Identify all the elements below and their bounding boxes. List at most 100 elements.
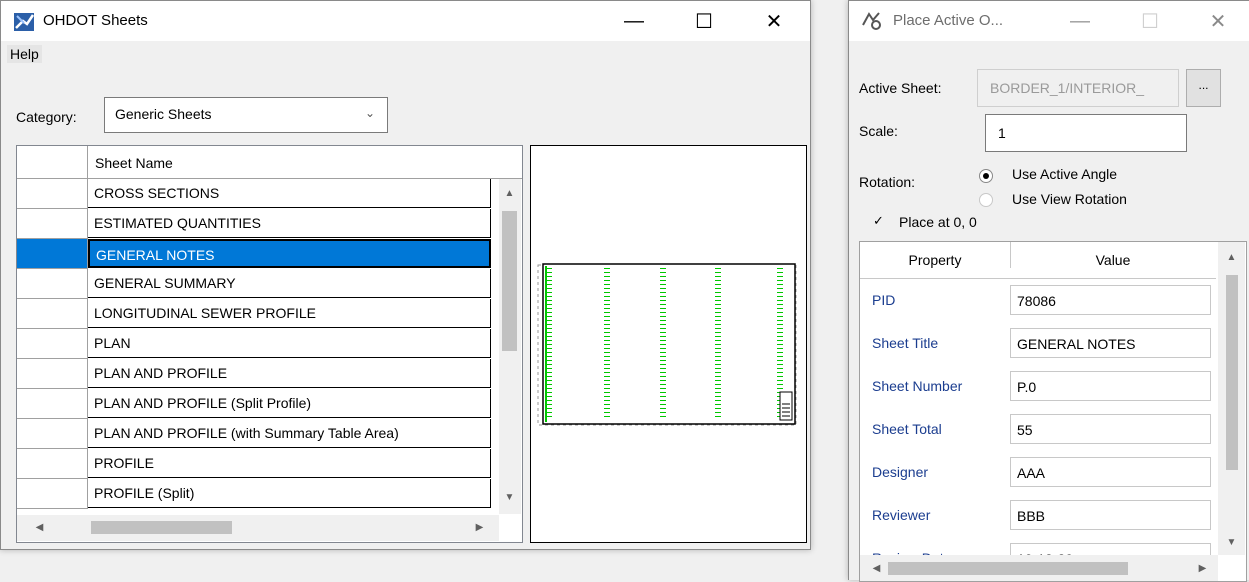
sheet-name-cell[interactable]: GENERAL SUMMARY [88,269,491,298]
row-header-corner [17,146,88,178]
place-at-origin-checkbox[interactable]: ✓ [873,214,887,228]
scale-input[interactable]: 1 [985,114,1187,152]
sheet-name-cell[interactable]: PLAN AND PROFILE (with Summary Table Are… [88,419,491,448]
sheet-preview-image [537,263,797,426]
use-active-angle-label: Use Active Angle [1012,166,1118,182]
menu-help[interactable]: Help [7,45,42,63]
chevron-down-icon: ⌄ [364,106,375,120]
property-horizontal-thumb[interactable] [888,562,1128,575]
active-sheet-value: BORDER_1/INTERIOR_ [990,80,1145,96]
active-sheet-field: BORDER_1/INTERIOR_ [977,69,1179,107]
app-icon [13,10,35,37]
property-row[interactable]: PID 78086 [860,279,1216,322]
scroll-left-arrow[interactable]: ◀ [868,563,885,574]
row-header-cell[interactable] [17,479,88,509]
row-header-cell[interactable] [17,359,88,389]
row-header-cell[interactable] [17,179,88,209]
property-horizontal-scrollbar[interactable]: ◀ ▶ [860,555,1218,581]
category-label: Category: [16,109,77,125]
sheet-name-cell[interactable]: PROFILE [88,449,491,478]
scroll-down-arrow[interactable]: ▼ [1223,537,1240,548]
active-sheet-label: Active Sheet: [859,80,942,96]
sheet-name-cell[interactable]: PROFILE (Split) [88,479,491,508]
property-grid[interactable]: Property Value PID 78086 Sheet Title GENERA… [859,241,1247,582]
scroll-right-arrow[interactable]: ▶ [1194,563,1211,574]
property-name: Sheet Number [872,378,963,394]
row-header-cell[interactable] [17,269,88,299]
property-value-input[interactable]: AAA [1010,457,1211,487]
row-header-cell[interactable] [17,329,88,359]
close-button[interactable]: ✕ [751,1,797,41]
property-row[interactable]: Designer AAA [860,451,1216,494]
sheet-name-cell[interactable]: PLAN AND PROFILE [88,359,491,388]
column-header-sheet-name[interactable]: Sheet Name [95,155,173,171]
menu-bar: Help [1,41,810,69]
row-header-cell[interactable] [17,389,88,419]
property-value-input[interactable]: 55 [1010,414,1211,444]
property-name: Sheet Title [872,335,939,351]
browse-button[interactable]: ... [1186,69,1221,107]
scroll-down-arrow[interactable]: ▼ [501,492,518,503]
close-button[interactable]: ✕ [1195,1,1241,41]
scale-label: Scale: [859,123,898,139]
browse-button-label: ... [1198,78,1209,92]
minimize-button[interactable]: — [611,1,657,41]
scroll-up-arrow[interactable]: ▲ [1223,252,1240,263]
place-tool-icon [861,11,883,36]
horizontal-scroll-thumb[interactable] [91,521,232,534]
property-row[interactable]: Sheet Total 55 [860,408,1216,451]
property-name: PID [872,292,896,308]
ohdot-sheets-window: OHDOT Sheets — ☐ ✕ Help Category: Generi… [0,0,811,550]
minimize-button[interactable]: — [1057,1,1103,41]
property-value-input[interactable]: 78086 [1010,285,1211,315]
row-header-cell[interactable] [17,209,88,239]
use-view-rotation-label: Use View Rotation [1012,191,1127,207]
horizontal-scrollbar[interactable]: ◀ ▶ [17,515,499,541]
category-dropdown[interactable]: Generic Sheets ⌄ [104,97,388,133]
sheet-name-cell[interactable]: PLAN [88,329,491,358]
sheet-name-cell[interactable]: PLAN AND PROFILE (Split Profile) [88,389,491,418]
scroll-left-arrow[interactable]: ◀ [31,522,48,533]
maximize-button[interactable]: ☐ [1127,1,1173,41]
property-vertical-scrollbar[interactable]: ▲ ▼ [1218,242,1245,555]
value-column-header[interactable]: Value [1010,242,1216,278]
sheet-name-cell[interactable]: ESTIMATED QUANTITIES [88,209,491,238]
row-header-cell[interactable] [17,239,88,269]
title-bar[interactable]: Place Active O... — ☐ ✕ [849,1,1249,41]
scroll-right-arrow[interactable]: ▶ [471,522,488,533]
window-title: Place Active O... [893,12,1004,29]
place-active-window: Place Active O... — ☐ ✕ Active Sheet: BO… [848,0,1249,582]
maximize-button[interactable]: ☐ [681,1,727,41]
scale-value: 1 [998,125,1006,141]
place-at-origin-label: Place at 0, 0 [899,214,977,230]
sheet-table[interactable]: Sheet Name CROSS SECTIONS ESTIMATED QUANT… [16,145,523,543]
property-value-input[interactable]: BBB [1010,500,1211,530]
scroll-up-arrow[interactable]: ▲ [501,188,518,199]
window-title: OHDOT Sheets [43,12,148,29]
radio-use-active-angle[interactable] [979,169,993,183]
property-row[interactable]: Sheet Number P.0 [860,365,1216,408]
row-header-cell[interactable] [17,449,88,479]
property-name: Designer [872,464,929,480]
property-value-input[interactable]: GENERAL NOTES [1010,328,1211,358]
rotation-label: Rotation: [859,174,916,190]
sheet-name-cell[interactable]: CROSS SECTIONS [88,179,491,208]
vertical-scrollbar[interactable]: ▲ ▼ [499,179,521,514]
property-header: Property Value [860,242,1216,279]
vertical-scroll-thumb[interactable] [502,211,517,351]
property-name: Sheet Total [872,421,942,437]
row-header-cell[interactable] [17,299,88,329]
radio-use-view-rotation[interactable] [979,193,993,207]
property-row[interactable]: Reviewer BBB [860,494,1216,537]
property-name: Reviewer [872,507,931,523]
property-scroll-thumb[interactable] [1226,275,1238,470]
property-column-header[interactable]: Property [860,242,1011,268]
sheet-preview [530,145,807,543]
property-value-input[interactable]: P.0 [1010,371,1211,401]
row-header-cell[interactable] [17,419,88,449]
sheet-name-cell[interactable]: GENERAL NOTES [88,239,491,268]
category-value: Generic Sheets [115,106,212,122]
property-row[interactable]: Sheet Title GENERAL NOTES [860,322,1216,365]
sheet-name-cell[interactable]: LONGITUDINAL SEWER PROFILE [88,299,491,328]
title-bar[interactable]: OHDOT Sheets — ☐ ✕ [1,1,810,41]
